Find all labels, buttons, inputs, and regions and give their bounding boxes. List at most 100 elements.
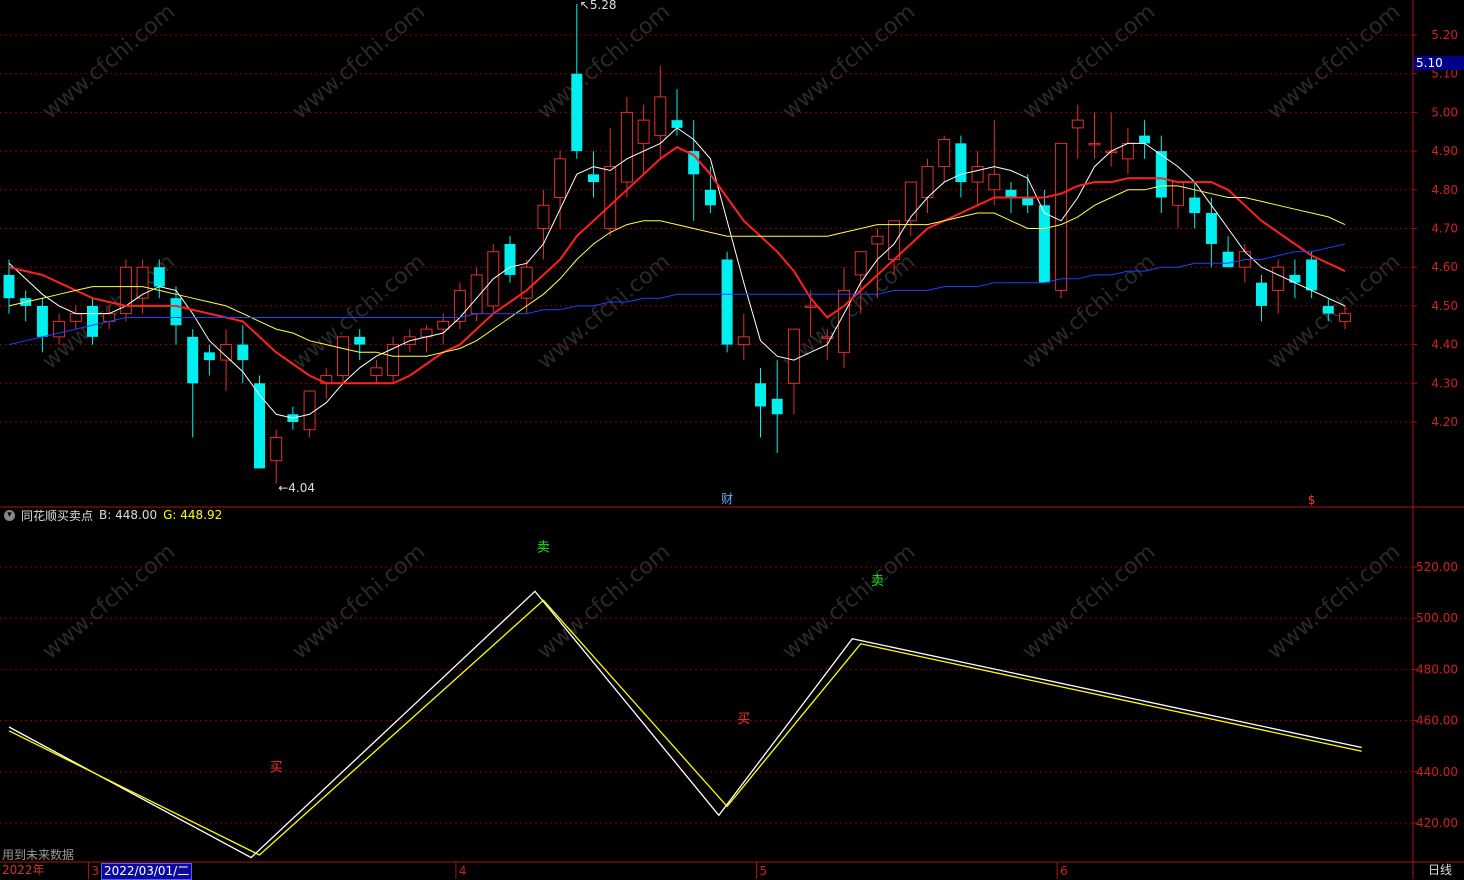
- candle-body: [604, 166, 617, 229]
- watermark: www.cfchi.com: [778, 0, 920, 125]
- candle-body: [1055, 142, 1068, 291]
- y-tick-label: 4.20: [1431, 415, 1458, 429]
- sell-signal: 卖: [537, 541, 550, 556]
- candle-body: [787, 328, 800, 384]
- watermark: www.cfchi.com: [1018, 0, 1160, 125]
- min-price-label: ←4.04: [278, 481, 315, 495]
- indicator-name[interactable]: 同花顺买卖点: [21, 507, 93, 524]
- stock-chart[interactable]: www.cfchi.com www.cfchi.com www.cfchi.com w…: [0, 0, 1464, 879]
- candle-body: [537, 204, 550, 229]
- indicator-b-value: B: 448.00: [99, 508, 158, 522]
- buy-signal: 买: [270, 761, 283, 776]
- candle-body: [871, 235, 884, 245]
- candle-body: [3, 274, 15, 299]
- y-tick-label: 4.90: [1431, 144, 1458, 158]
- candle-body: [53, 320, 66, 338]
- candle-body: [1139, 135, 1151, 144]
- candle-body: [1189, 197, 1201, 214]
- y-tick-label: 5.00: [1431, 105, 1458, 119]
- cursor-date-box: 2022/03/01/二: [101, 863, 193, 880]
- y-tick-label: 500.00: [1416, 611, 1458, 625]
- indicator-header: ▾ 同花顺买卖点 B: 448.00 G: 448.92: [4, 507, 222, 523]
- candle-body: [571, 73, 583, 152]
- watermark: www.cfchi.com: [1018, 539, 1160, 664]
- y-tick-label: 4.50: [1431, 299, 1458, 313]
- y-tick-label: 5.20: [1431, 28, 1458, 42]
- month-label: 3: [92, 864, 100, 878]
- month-label: 4: [459, 864, 467, 878]
- candle-body: [354, 336, 366, 345]
- candle-body: [755, 383, 766, 407]
- max-price-label: ↖5.28: [580, 0, 617, 12]
- watermark: www.cfchi.com: [288, 0, 430, 125]
- watermark: www.cfchi.com: [1263, 539, 1405, 664]
- watermark: www.cfchi.com: [38, 0, 180, 125]
- watermark: www.cfchi.com: [288, 539, 430, 664]
- y-tick-label: 480.00: [1416, 662, 1458, 676]
- watermark: www.cfchi.com: [533, 249, 675, 374]
- month-label: 6: [1060, 864, 1068, 878]
- candle-body: [1272, 266, 1285, 291]
- candle-body: [1256, 282, 1267, 306]
- candle-body: [620, 111, 633, 183]
- indicator-g-value: G: 448.92: [163, 508, 223, 522]
- indicator-line: [8, 599, 1362, 856]
- candle-body: [1205, 213, 1217, 244]
- candle-body: [554, 158, 567, 199]
- candle-body: [854, 251, 867, 276]
- candle-body: [1339, 313, 1351, 322]
- candle-body: [1222, 251, 1234, 268]
- candle-body: [387, 344, 400, 377]
- event-marker-dollar: $: [1308, 493, 1316, 507]
- candle-body: [737, 336, 750, 346]
- candle-body: [904, 181, 917, 222]
- sell-signal: 卖: [871, 574, 884, 589]
- candle-body: [437, 320, 450, 330]
- candle-body: [69, 313, 82, 322]
- period-button[interactable]: 日线: [1416, 862, 1464, 879]
- watermark: www.cfchi.com: [1263, 0, 1405, 125]
- candle-body: [254, 383, 265, 469]
- y-tick-label: 4.30: [1431, 376, 1458, 390]
- candle-body: [971, 166, 984, 183]
- y-tick-label: 4.60: [1431, 260, 1458, 274]
- candle-body: [203, 352, 215, 361]
- candle-body: [1306, 259, 1318, 291]
- candle-body: [804, 305, 817, 308]
- candle-body: [170, 298, 182, 326]
- year-label: 2022年: [2, 863, 45, 877]
- candle-body: [988, 173, 1001, 191]
- event-marker-cai: 财: [721, 492, 733, 506]
- y-tick-label: 520.00: [1416, 560, 1458, 574]
- y-tick-label: 420.00: [1416, 816, 1458, 830]
- candle-body: [588, 174, 599, 183]
- candle-body: [153, 267, 165, 287]
- watermark: www.cfchi.com: [533, 539, 675, 664]
- candle-body: [237, 344, 249, 361]
- y-tick-label: 460.00: [1416, 714, 1458, 728]
- buy-signal: 买: [737, 712, 750, 727]
- candle-body: [370, 367, 383, 377]
- candle-body: [187, 336, 199, 384]
- candle-body: [36, 305, 48, 337]
- candle-body: [771, 398, 783, 415]
- candle-body: [1005, 189, 1017, 198]
- indicator-line: [8, 590, 1362, 859]
- candle-body: [921, 166, 934, 199]
- candle-body: [938, 138, 951, 168]
- y-tick-label: 440.00: [1416, 765, 1458, 779]
- y-tick-label: 4.70: [1431, 222, 1458, 236]
- chevron-down-icon[interactable]: ▾: [4, 509, 15, 521]
- candle-body: [270, 436, 283, 462]
- candle-body: [1071, 119, 1084, 129]
- candle-body: [337, 336, 349, 377]
- candle-body: [1322, 305, 1334, 314]
- candle-body: [87, 305, 98, 337]
- candle-body: [1022, 197, 1034, 206]
- candle-body: [136, 266, 149, 299]
- candle-body: [704, 189, 716, 206]
- last-price-badge: 5.10: [1414, 56, 1464, 70]
- candle-body: [1088, 142, 1101, 146]
- candle-body: [303, 390, 316, 431]
- watermark: www.cfchi.com: [533, 0, 675, 125]
